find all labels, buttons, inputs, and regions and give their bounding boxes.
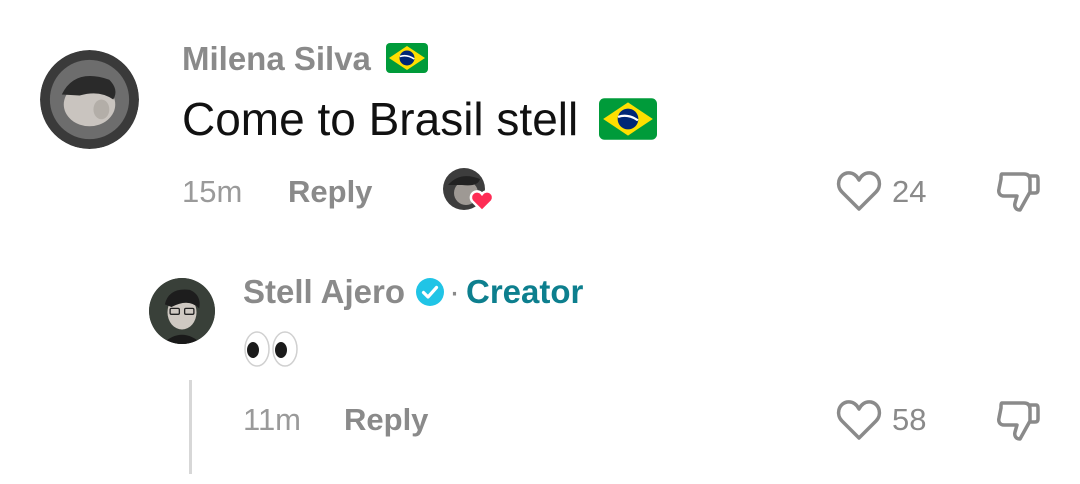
comment-text: Come to Brasil stell <box>182 92 658 146</box>
dislike-icon[interactable] <box>994 397 1042 445</box>
reply-timestamp: 11m <box>243 402 302 437</box>
separator-dot: · <box>449 273 460 310</box>
reply-like-count: 58 <box>892 402 927 437</box>
comment-thread: Milena Silva Come to Brasil stell 15m Re… <box>0 0 1080 484</box>
reply-header: Stell Ajero · Creator <box>243 272 583 312</box>
reply-button[interactable]: Reply <box>288 174 372 210</box>
creator-badge: Creator <box>466 273 584 310</box>
verified-badge-icon <box>415 277 445 307</box>
reply-to-reply-button[interactable]: Reply <box>344 402 428 438</box>
creator-liked-avatar <box>442 167 496 215</box>
commenter-name: Milena Silva <box>182 40 371 77</box>
reply-username[interactable]: Stell Ajero <box>243 273 405 311</box>
brazil-flag-icon <box>386 43 429 74</box>
commenter-username[interactable]: Milena Silva <box>182 40 429 78</box>
comment-text-content: Come to Brasil stell <box>182 93 579 145</box>
like-heart-icon[interactable] <box>836 399 882 441</box>
dislike-icon[interactable] <box>994 168 1042 216</box>
thread-line <box>189 380 192 474</box>
reply-avatar[interactable] <box>149 278 215 344</box>
eyes-emoji <box>243 330 299 368</box>
commenter-avatar[interactable] <box>40 50 139 149</box>
like-heart-icon[interactable] <box>836 170 882 212</box>
comment-timestamp: 15m <box>182 174 243 209</box>
like-count: 24 <box>892 174 927 209</box>
brazil-flag-icon <box>599 98 658 140</box>
heart-badge-icon <box>469 190 495 213</box>
